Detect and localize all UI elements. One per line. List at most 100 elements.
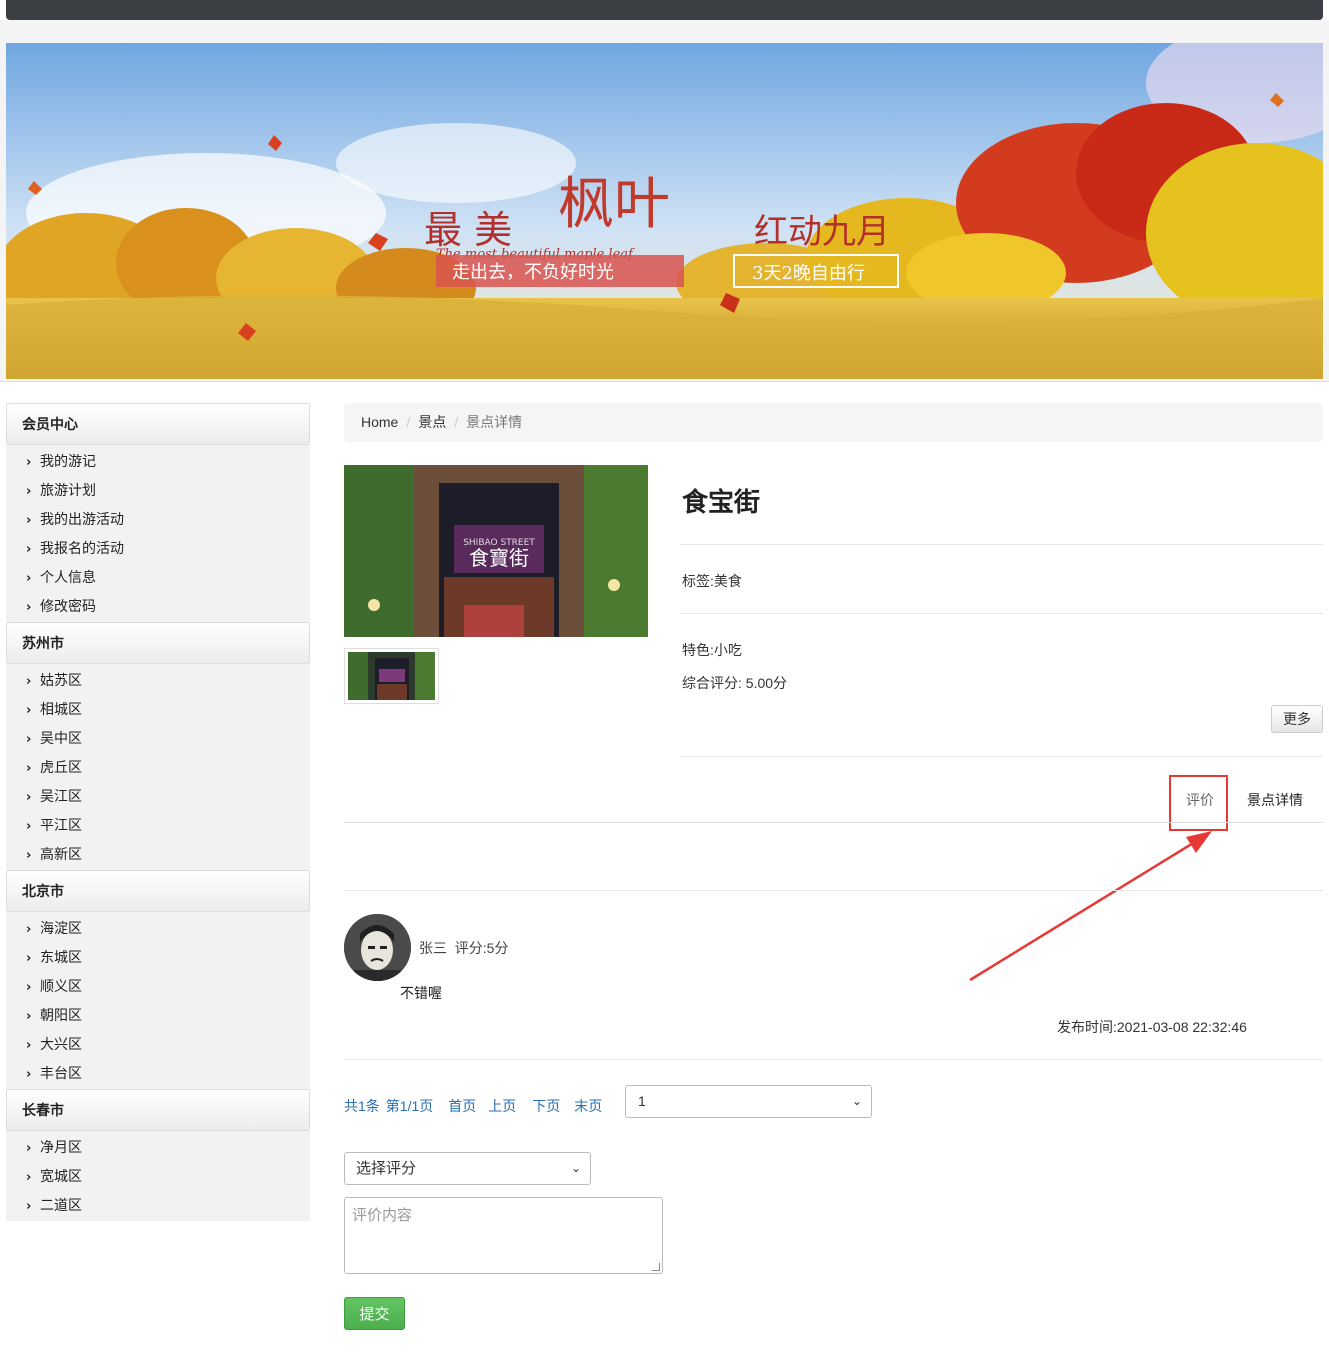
sidebar-item-district[interactable]: › 朝阳区	[6, 1001, 310, 1030]
sidebar: 会员中心 › 我的游记 › 旅游计划 › 我的出游活动 › 我报名的活动 › 个人信息 ›…	[6, 403, 310, 1221]
review-content: 不错喔	[400, 985, 442, 1001]
sidebar-item-my-trips[interactable]: › 我的出游活动	[6, 505, 310, 534]
chevron-right-icon: ›	[26, 1067, 32, 1082]
review-score: 评分:5分	[454, 940, 509, 956]
sidebar-item-district[interactable]: › 虎丘区	[6, 753, 310, 782]
sidebar-item-district[interactable]: › 东城区	[6, 943, 310, 972]
sidebar-item-district[interactable]: › 姑苏区	[6, 666, 310, 695]
sidebar-item-district[interactable]: › 丰台区	[6, 1059, 310, 1088]
top-navbar	[6, 0, 1323, 20]
chevron-right-icon: ›	[26, 848, 32, 863]
svg-text:最 美: 最 美	[424, 208, 512, 252]
svg-text:红动九月: 红动九月	[754, 212, 890, 252]
pagination: 共1条 第1/1页 首页 上页 下页 末页	[344, 1096, 611, 1116]
sidebar-item-district[interactable]: › 吴江区	[6, 782, 310, 811]
chevron-right-icon: ›	[26, 951, 32, 966]
avatar	[344, 914, 411, 981]
rating-select[interactable]: 选择评分 ⌄	[344, 1152, 591, 1185]
chevron-right-icon: ›	[26, 980, 32, 995]
sidebar-group-suzhou: 苏州市	[6, 622, 310, 664]
sidebar-item-district[interactable]: › 宽城区	[6, 1162, 310, 1191]
chevron-right-icon: ›	[26, 922, 32, 937]
sidebar-group-member: 会员中心	[6, 403, 310, 445]
chevron-right-icon: ›	[26, 542, 32, 557]
sidebar-item-change-password[interactable]: › 修改密码	[6, 592, 310, 621]
sidebar-group-beijing: 北京市	[6, 870, 310, 912]
sidebar-item-district[interactable]: › 二道区	[6, 1191, 310, 1220]
attraction-title: 食宝街	[682, 487, 761, 517]
sidebar-item-profile[interactable]: › 个人信息	[6, 563, 310, 592]
review-time: 发布时间:2021-03-08 22:32:46	[1057, 1019, 1247, 1035]
sidebar-item-district[interactable]: › 高新区	[6, 840, 310, 869]
sidebar-item-district[interactable]: › 净月区	[6, 1133, 310, 1162]
sidebar-item-district[interactable]: › 海淀区	[6, 914, 310, 943]
sidebar-group-changchun: 长春市	[6, 1089, 310, 1131]
breadcrumb: Home / 景点 / 景点详情	[344, 403, 1323, 442]
sidebar-item-travel-notes[interactable]: › 我的游记	[6, 447, 310, 476]
attraction-tag: 标签:美食	[682, 573, 742, 589]
chevron-right-icon: ›	[26, 1141, 32, 1156]
textarea-placeholder: 评价内容	[352, 1207, 413, 1224]
divider	[680, 544, 1323, 545]
chevron-right-icon: ›	[26, 1009, 32, 1024]
pager-next-link[interactable]: 下页	[532, 1098, 560, 1114]
pager-prev-link[interactable]: 上页	[488, 1098, 516, 1114]
rating-select-value: 选择评分	[356, 1160, 417, 1177]
divider	[344, 1059, 1323, 1060]
review-author-line: 张三 评分:5分	[419, 938, 508, 958]
sidebar-item-district[interactable]: › 吴中区	[6, 724, 310, 753]
breadcrumb-separator: /	[454, 414, 459, 430]
banner-area: 最 美 枫叶 红动九月 The most beautiful maple lea…	[0, 20, 1329, 382]
page-select-value: 1	[638, 1093, 646, 1109]
chevron-right-icon: ›	[26, 732, 32, 747]
resize-handle-icon[interactable]	[652, 1263, 660, 1271]
chevron-right-icon: ›	[26, 703, 32, 718]
sidebar-item-district[interactable]: › 相城区	[6, 695, 310, 724]
pager-first-link[interactable]: 首页	[448, 1098, 476, 1114]
divider	[680, 613, 1323, 614]
attraction-photo: SHIBAO STREET 食寶街	[344, 465, 648, 637]
breadcrumb-section-link[interactable]: 景点	[418, 414, 446, 430]
sidebar-item-district[interactable]: › 平江区	[6, 811, 310, 840]
sidebar-item-travel-plan[interactable]: › 旅游计划	[6, 476, 310, 505]
chevron-right-icon: ›	[26, 513, 32, 528]
pager-last-link[interactable]: 末页	[574, 1098, 602, 1114]
banner-image: 最 美 枫叶 红动九月 The most beautiful maple lea…	[6, 43, 1323, 379]
chevron-right-icon: ›	[26, 1170, 32, 1185]
pager-total: 共1条	[344, 1098, 380, 1114]
chevron-right-icon: ›	[26, 455, 32, 470]
attraction-main-image: SHIBAO STREET 食寶街	[344, 465, 648, 637]
more-button[interactable]: 更多	[1271, 705, 1323, 733]
breadcrumb-home-link[interactable]: Home	[361, 414, 398, 430]
attraction-thumbnail[interactable]	[344, 648, 439, 704]
tab-attraction-detail[interactable]: 景点详情	[1247, 790, 1303, 810]
breadcrumb-current: 景点详情	[466, 414, 523, 430]
chevron-right-icon: ›	[26, 790, 32, 805]
chevron-right-icon: ›	[26, 761, 32, 776]
svg-text:3天2晚自由行: 3天2晚自由行	[752, 263, 865, 284]
maple-banner: 最 美 枫叶 红动九月 The most beautiful maple lea…	[6, 43, 1323, 379]
review-author: 张三	[419, 940, 447, 956]
page-select[interactable]: 1 ⌄	[625, 1085, 872, 1118]
user-avatar-image	[344, 914, 411, 981]
tab-divider	[344, 822, 1323, 823]
divider	[680, 756, 1323, 757]
sidebar-item-district[interactable]: › 顺义区	[6, 972, 310, 1001]
annotation-arrow	[969, 831, 1212, 982]
chevron-right-icon: ›	[26, 600, 32, 615]
sidebar-item-my-signups[interactable]: › 我报名的活动	[6, 534, 310, 563]
divider	[344, 890, 1323, 891]
review-content-textarea[interactable]: 评价内容	[344, 1197, 663, 1274]
sidebar-item-district[interactable]: › 大兴区	[6, 1030, 310, 1059]
chevron-right-icon: ›	[26, 1038, 32, 1053]
submit-button[interactable]: 提交	[344, 1297, 405, 1330]
thumbnail-photo	[348, 652, 435, 700]
chevron-right-icon: ›	[26, 484, 32, 499]
attraction-feature: 特色:小吃	[682, 642, 742, 658]
chevron-right-icon: ›	[26, 1199, 32, 1214]
chevron-right-icon: ›	[26, 819, 32, 834]
pager-page-info: 第1/1页	[385, 1098, 434, 1114]
chevron-down-icon: ⌄	[851, 1094, 862, 1108]
breadcrumb-separator: /	[406, 414, 411, 430]
chevron-down-icon: ⌄	[570, 1161, 581, 1175]
